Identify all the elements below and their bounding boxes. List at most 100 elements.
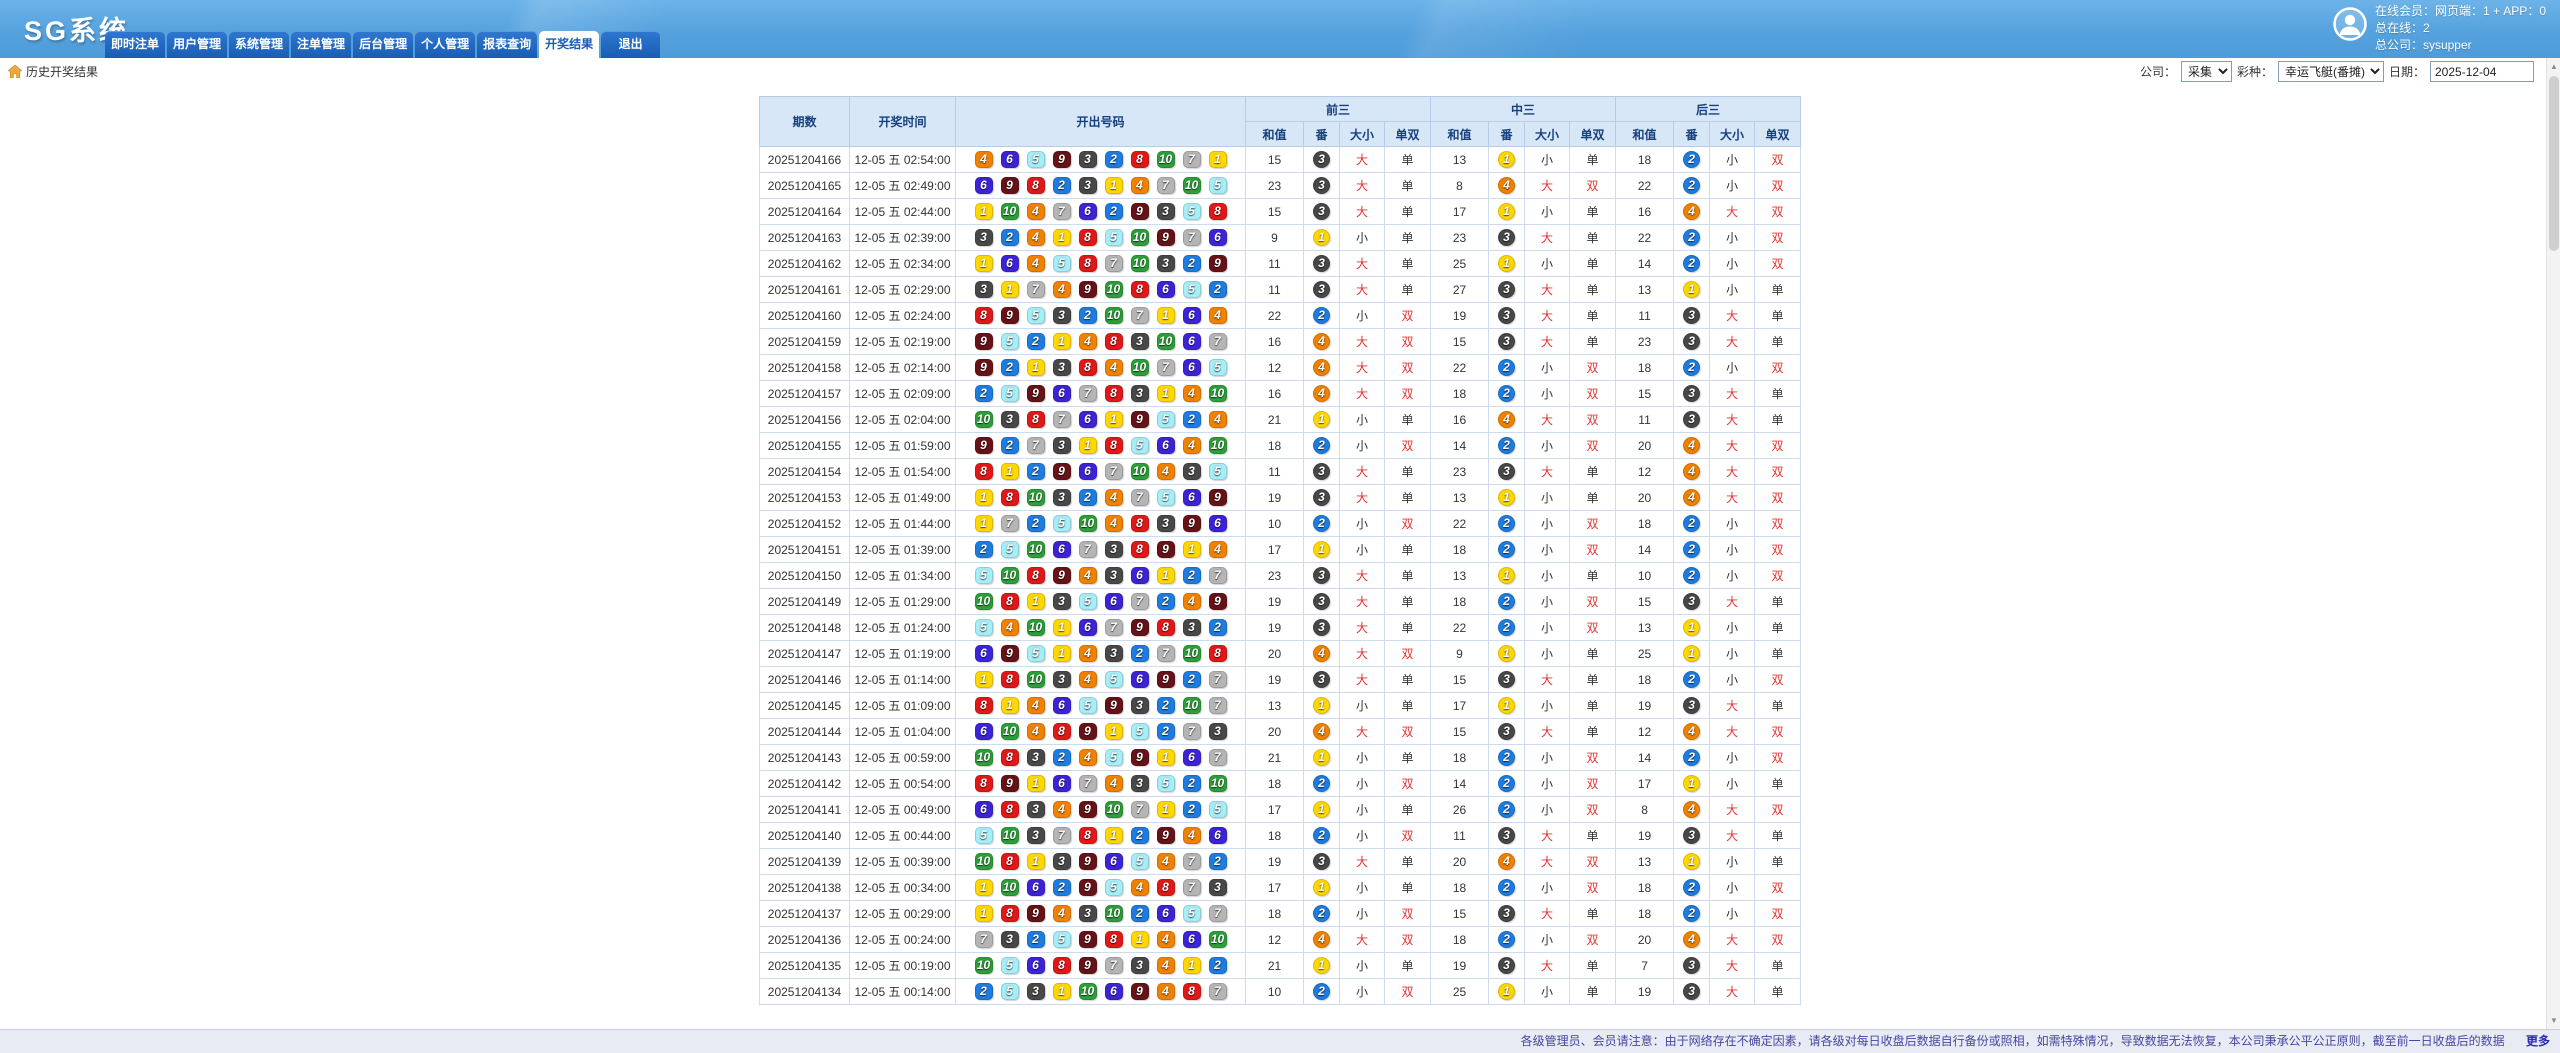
time-cell: 12-05 五 02:19:00 bbox=[850, 329, 956, 355]
fan-ball: 4 bbox=[1313, 645, 1330, 662]
size-cell: 小 bbox=[1525, 147, 1570, 173]
sum-cell: 18 bbox=[1616, 901, 1674, 927]
lottery-ball: 3 bbox=[1053, 307, 1071, 324]
fan-cell: 1 bbox=[1304, 875, 1340, 901]
fan-ball: 3 bbox=[1498, 333, 1515, 350]
sum-cell: 11 bbox=[1246, 459, 1304, 485]
table-row: 2025120416412-05 五 02:44:001104762935815… bbox=[760, 199, 1801, 225]
nav-tab[interactable]: 个人管理 bbox=[415, 31, 475, 58]
parity-cell: 双 bbox=[1385, 355, 1431, 381]
time-cell: 12-05 五 02:54:00 bbox=[850, 147, 956, 173]
parity-cell: 双 bbox=[1385, 719, 1431, 745]
fan-ball: 4 bbox=[1313, 333, 1330, 350]
scrollbar[interactable]: ▲ ▼ bbox=[2546, 58, 2560, 1029]
lottery-select[interactable]: 幸运飞艇(番摊) bbox=[2278, 61, 2384, 82]
size-cell: 大 bbox=[1525, 901, 1570, 927]
parity-cell: 单 bbox=[1385, 615, 1431, 641]
time-cell: 12-05 五 00:49:00 bbox=[850, 797, 956, 823]
nav-tab[interactable]: 即时注单 bbox=[105, 31, 165, 58]
fan-ball: 3 bbox=[1313, 489, 1330, 506]
size-cell: 小 bbox=[1710, 277, 1755, 303]
nav-tab[interactable]: 开奖结果 bbox=[539, 31, 599, 58]
lottery-ball: 1 bbox=[1053, 645, 1071, 662]
fan-ball: 4 bbox=[1683, 931, 1700, 948]
lottery-ball: 4 bbox=[1209, 307, 1227, 324]
lottery-ball: 5 bbox=[1105, 879, 1123, 896]
period-cell: 20251204153 bbox=[760, 485, 850, 511]
numbers-cell: 25106738914 bbox=[956, 537, 1246, 563]
size-cell: 小 bbox=[1710, 225, 1755, 251]
lottery-ball: 3 bbox=[1131, 385, 1149, 402]
results-area: 期数 开奖时间 开出号码 前三 中三 后三 和值 番 大小 单双 和值 番 大小… bbox=[759, 96, 1801, 1005]
size-cell: 小 bbox=[1710, 563, 1755, 589]
nav-tab[interactable]: 系统管理 bbox=[229, 31, 289, 58]
lottery-ball: 9 bbox=[1131, 983, 1149, 1000]
fan-ball: 3 bbox=[1313, 671, 1330, 688]
lottery-ball: 10 bbox=[975, 853, 993, 870]
scrollbar-thumb[interactable] bbox=[2549, 76, 2559, 251]
sub-header-size: 大小 bbox=[1340, 122, 1385, 147]
parity-cell: 双 bbox=[1570, 433, 1616, 459]
sum-cell: 17 bbox=[1431, 199, 1489, 225]
lottery-ball: 3 bbox=[1027, 749, 1045, 766]
fan-cell: 1 bbox=[1489, 979, 1525, 1005]
lottery-ball: 7 bbox=[1131, 307, 1149, 324]
fan-ball: 3 bbox=[1683, 307, 1700, 324]
footer-more-link[interactable]: 更多 bbox=[2526, 1034, 2550, 1048]
fan-cell: 4 bbox=[1674, 199, 1710, 225]
lottery-ball: 7 bbox=[1183, 229, 1201, 246]
table-row: 2025120415412-05 五 01:54:008129671043511… bbox=[760, 459, 1801, 485]
lottery-ball: 4 bbox=[1209, 541, 1227, 558]
period-cell: 20251204165 bbox=[760, 173, 850, 199]
fan-cell: 4 bbox=[1304, 355, 1340, 381]
parity-cell: 单 bbox=[1570, 979, 1616, 1005]
scroll-down-icon[interactable]: ▼ bbox=[2547, 1013, 2560, 1028]
size-cell: 大 bbox=[1340, 641, 1385, 667]
parity-cell: 双 bbox=[1755, 251, 1801, 277]
fan-cell: 3 bbox=[1674, 693, 1710, 719]
group-header-back3: 后三 bbox=[1616, 97, 1801, 122]
table-row: 2025120416112-05 五 02:29:003174910865211… bbox=[760, 277, 1801, 303]
period-cell: 20251204147 bbox=[760, 641, 850, 667]
lottery-ball: 5 bbox=[1001, 333, 1019, 350]
col-header-numbers: 开出号码 bbox=[956, 97, 1246, 147]
lottery-ball: 5 bbox=[1209, 359, 1227, 376]
numbers-cell: 25967831410 bbox=[956, 381, 1246, 407]
fan-cell: 2 bbox=[1489, 433, 1525, 459]
company-select[interactable]: 采集 bbox=[2181, 61, 2232, 82]
fan-ball: 3 bbox=[1313, 255, 1330, 272]
period-cell: 20251204134 bbox=[760, 979, 850, 1005]
size-cell: 大 bbox=[1340, 329, 1385, 355]
numbers-cell: 17251048396 bbox=[956, 511, 1246, 537]
lottery-ball: 6 bbox=[1079, 463, 1097, 480]
lottery-ball: 3 bbox=[1053, 853, 1071, 870]
date-input[interactable] bbox=[2430, 61, 2534, 82]
lottery-ball: 5 bbox=[1157, 411, 1175, 428]
lottery-ball: 10 bbox=[1131, 229, 1149, 246]
sum-cell: 15 bbox=[1431, 719, 1489, 745]
nav-tab[interactable]: 注单管理 bbox=[291, 31, 351, 58]
lottery-ball: 5 bbox=[1209, 463, 1227, 480]
fan-ball: 4 bbox=[1683, 463, 1700, 480]
nav-tab[interactable]: 后台管理 bbox=[353, 31, 413, 58]
lottery-ball: 3 bbox=[1157, 515, 1175, 532]
scroll-up-icon[interactable]: ▲ bbox=[2547, 59, 2560, 74]
table-row: 2025120416512-05 五 02:49:006982314710523… bbox=[760, 173, 1801, 199]
nav-tab[interactable]: 用户管理 bbox=[167, 31, 227, 58]
parity-cell: 双 bbox=[1755, 355, 1801, 381]
parity-cell: 双 bbox=[1385, 329, 1431, 355]
nav-tab[interactable]: 退出 bbox=[601, 31, 660, 58]
lottery-ball: 2 bbox=[1209, 619, 1227, 636]
lottery-ball: 7 bbox=[1105, 255, 1123, 272]
parity-cell: 单 bbox=[1385, 485, 1431, 511]
parity-cell: 单 bbox=[1570, 719, 1616, 745]
fan-ball: 2 bbox=[1498, 879, 1515, 896]
parity-cell: 单 bbox=[1385, 251, 1431, 277]
fan-cell: 3 bbox=[1674, 329, 1710, 355]
parity-cell: 单 bbox=[1570, 225, 1616, 251]
nav-tab[interactable]: 报表查询 bbox=[477, 31, 537, 58]
fan-cell: 3 bbox=[1304, 147, 1340, 173]
parity-cell: 单 bbox=[1755, 979, 1801, 1005]
parity-cell: 单 bbox=[1570, 147, 1616, 173]
fan-cell: 2 bbox=[1304, 511, 1340, 537]
